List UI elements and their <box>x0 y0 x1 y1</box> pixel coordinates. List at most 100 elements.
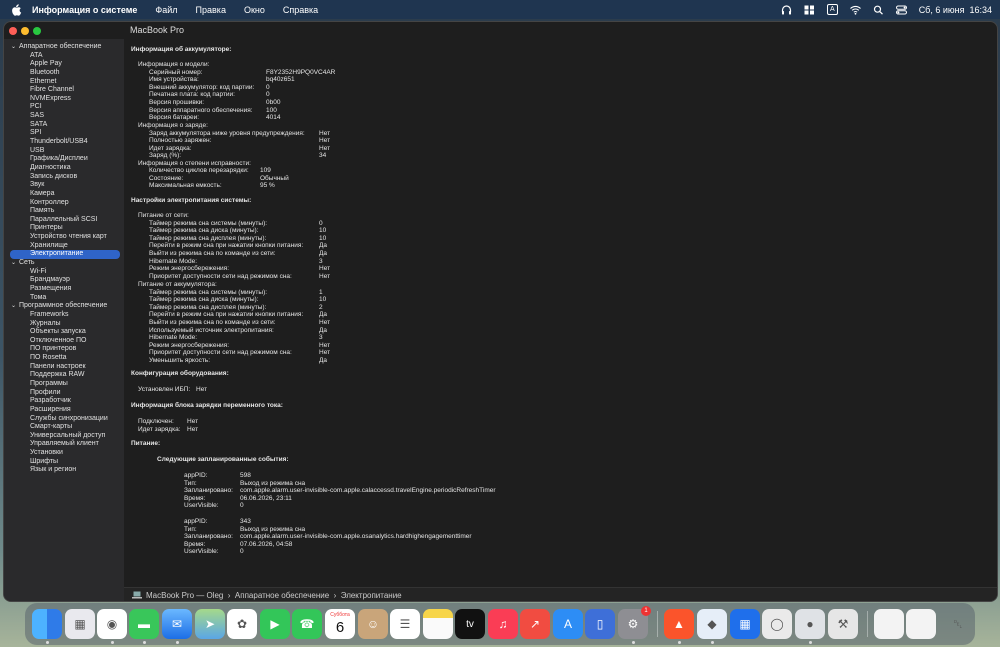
sidebar-item[interactable]: SPI <box>4 129 124 138</box>
phone-icon[interactable]: ☎ <box>292 609 322 639</box>
sidebar-item[interactable]: Тома <box>4 294 124 303</box>
brave-icon[interactable]: ▲ <box>664 609 694 639</box>
sidebar-item[interactable]: Брандмауэр <box>4 276 124 285</box>
document-preview-icon[interactable] <box>874 609 904 639</box>
menu-help[interactable]: Справка <box>283 5 318 15</box>
chevron-down-icon[interactable]: ⌄ <box>11 259 19 268</box>
sidebar-group[interactable]: ⌄ Аппаратное обеспечение <box>4 43 124 52</box>
sidebar-item[interactable]: SATA <box>4 121 124 130</box>
sidebar-item[interactable]: Wi-Fi <box>4 268 124 277</box>
vpn-key-icon[interactable]: ◯ <box>762 609 792 639</box>
contacts-icon[interactable]: ☺ <box>358 609 388 639</box>
input-source-icon[interactable]: A <box>827 4 838 15</box>
sidebar-item[interactable]: Управляемый клиент <box>4 440 124 449</box>
sidebar-item[interactable]: Службы синхронизации <box>4 415 124 424</box>
sidebar-item[interactable]: Размещения <box>4 285 124 294</box>
sidebar-item[interactable]: Параллельный SCSI <box>4 216 124 225</box>
chevron-down-icon[interactable]: ⌄ <box>11 302 19 311</box>
sidebar-item[interactable]: Поддержка RAW <box>4 371 124 380</box>
search-icon[interactable] <box>873 5 884 15</box>
disk-icon[interactable]: ● <box>795 609 825 639</box>
sidebar-item[interactable]: ПО Rosetta <box>4 354 124 363</box>
sidebar-item[interactable]: Установки <box>4 449 124 458</box>
sidebar-item[interactable]: Программы <box>4 380 124 389</box>
facetime-icon[interactable]: ▶ <box>260 609 290 639</box>
tv-icon[interactable]: tv <box>455 609 485 639</box>
menu-edit[interactable]: Правка <box>196 5 226 15</box>
sidebar-item[interactable]: USB <box>4 147 124 156</box>
sidebar-item[interactable]: NVMExpress <box>4 95 124 104</box>
sidebar-item[interactable]: Панели настроек <box>4 363 124 372</box>
maps-icon[interactable]: ➤ <box>195 609 225 639</box>
sidebar-item[interactable]: Диагностика <box>4 164 124 173</box>
sidebar-item[interactable]: Профили <box>4 389 124 398</box>
launchpad-icon[interactable]: ▦ <box>65 609 95 639</box>
sidebar-item[interactable]: Язык и регион <box>4 466 124 475</box>
path-text[interactable]: MacBook Pro — Oleg › Аппаратное обеспече… <box>146 591 402 600</box>
sidebar-item[interactable]: Apple Pay <box>4 60 124 69</box>
sidebar-item[interactable]: Расширения <box>4 406 124 415</box>
close-button[interactable] <box>9 27 17 35</box>
headphones-icon[interactable] <box>781 4 792 15</box>
sidebar-item[interactable]: Журналы <box>4 320 124 329</box>
sidebar-item[interactable]: Смарт-карты <box>4 423 124 432</box>
menu-clock[interactable]: Сб, 6 июня 16:34 <box>919 5 992 15</box>
calendar-month-label: Суббота <box>330 612 350 618</box>
sidebar-item[interactable]: Электропитание <box>10 250 120 260</box>
menu-app-name[interactable]: Информация о системе <box>32 5 137 15</box>
sidebar-group[interactable]: ⌄ Программное обеспечение <box>4 302 124 311</box>
sidebar-item[interactable]: PCI <box>4 103 124 112</box>
sidebar-item[interactable]: Bluetooth <box>4 69 124 78</box>
sidebar-group[interactable]: ⌄ Сеть <box>4 259 124 268</box>
menu-file[interactable]: Файл <box>155 5 177 15</box>
windows-app-icon[interactable]: ▦ <box>730 609 760 639</box>
control-grid-icon[interactable] <box>804 5 815 15</box>
safari-icon[interactable]: ◉ <box>97 609 127 639</box>
wifi-icon[interactable] <box>849 5 861 15</box>
music-icon[interactable]: ♫ <box>488 609 518 639</box>
control-center-icon[interactable] <box>895 5 907 15</box>
rocket-icon[interactable]: ↗ <box>520 609 550 639</box>
sidebar-item[interactable]: Thunderbolt/USB4 <box>4 138 124 147</box>
sidebar-item[interactable]: Fibre Channel <box>4 86 124 95</box>
zoom-button[interactable] <box>33 27 41 35</box>
sidebar-item[interactable]: Отключенное ПО <box>4 337 124 346</box>
sidebar-item[interactable]: Графика/Дисплеи <box>4 155 124 164</box>
sidebar-item[interactable]: Хранилище <box>4 242 124 251</box>
apple-menu-icon[interactable] <box>10 3 22 16</box>
sidebar-item[interactable]: Объекты запуска <box>4 328 124 337</box>
field-label: Таймер режима сна системы (минуты): <box>149 219 268 227</box>
sidebar-item[interactable]: Ethernet <box>4 78 124 87</box>
sidebar-item[interactable]: Память <box>4 207 124 216</box>
sidebar-item[interactable]: Камера <box>4 190 124 199</box>
trash-icon[interactable]: ␡ <box>943 609 973 639</box>
photos-icon[interactable]: ✿ <box>227 609 257 639</box>
chevron-down-icon[interactable]: ⌄ <box>11 43 19 52</box>
sidebar-item[interactable]: ATA <box>4 52 124 61</box>
sidebar-item[interactable]: Разработчик <box>4 397 124 406</box>
calendar-icon[interactable]: Суббота 6 <box>325 609 355 639</box>
document-preview-icon-2[interactable] <box>906 609 936 639</box>
menu-window[interactable]: Окно <box>244 5 265 15</box>
notes-icon[interactable] <box>423 609 453 639</box>
appstore-icon[interactable]: A <box>553 609 583 639</box>
sidebar-item[interactable]: Шрифты <box>4 458 124 467</box>
menu-bar: Информация о системе Файл Правка Окно Сп… <box>0 0 1000 19</box>
finder-icon[interactable] <box>32 609 62 639</box>
mail-icon[interactable]: ✉ <box>162 609 192 639</box>
reminders-icon[interactable]: ☰ <box>390 609 420 639</box>
automator-icon[interactable]: ⚒ <box>828 609 858 639</box>
sidebar-item[interactable]: Принтеры <box>4 224 124 233</box>
vpn-icon[interactable]: ◆ <box>697 609 727 639</box>
sidebar-item[interactable]: Контроллер <box>4 199 124 208</box>
iphone-mirroring-icon[interactable]: ▯ <box>585 609 615 639</box>
system-settings-icon[interactable]: ⚙ 1 <box>618 606 651 639</box>
sidebar-item[interactable]: Frameworks <box>4 311 124 320</box>
sidebar-item[interactable]: Запись дисков <box>4 173 124 182</box>
sidebar-item[interactable]: Устройство чтения карт <box>4 233 124 242</box>
sidebar-item[interactable]: ПО принтеров <box>4 345 124 354</box>
sidebar-item[interactable]: Звук <box>4 181 124 190</box>
minimize-button[interactable] <box>21 27 29 35</box>
sidebar-item[interactable]: SAS <box>4 112 124 121</box>
messages-icon[interactable]: ▬ <box>129 609 159 639</box>
